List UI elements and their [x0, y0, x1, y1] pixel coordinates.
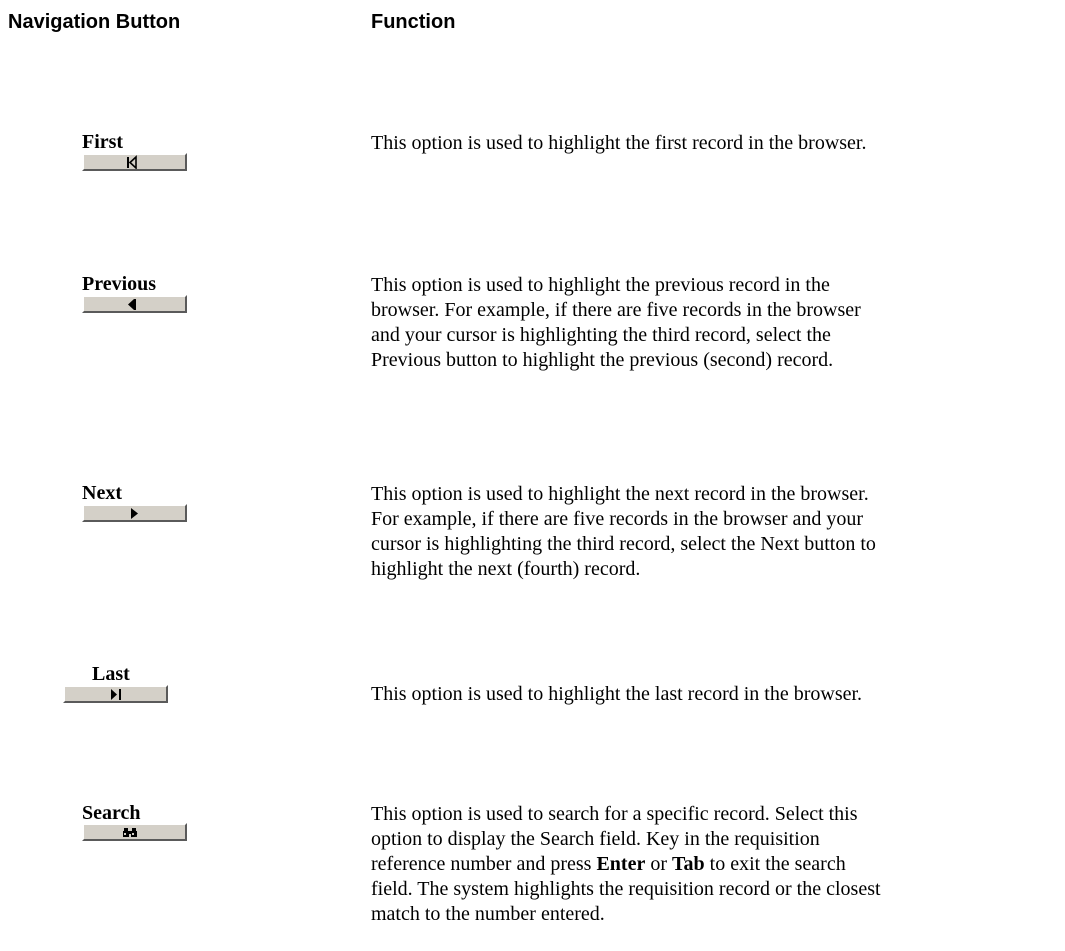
next-label: Next	[82, 482, 122, 504]
function-column-header: Function	[371, 11, 456, 33]
last-label: Last	[92, 663, 130, 685]
next-record-icon	[131, 508, 138, 519]
previous-button[interactable]	[82, 295, 187, 313]
next-desc-line-2: For example, if there are five records i…	[371, 508, 864, 530]
last-desc-line-1: This option is used to highlight the las…	[371, 683, 863, 705]
binoculars-icon	[123, 828, 137, 837]
search-button[interactable]	[82, 823, 187, 841]
last-button[interactable]	[63, 685, 168, 703]
next-button[interactable]	[82, 504, 187, 522]
search-desc-line-3-a: reference number and press	[371, 853, 597, 875]
search-desc-line-1: This option is used to search for a spec…	[371, 803, 858, 825]
next-desc-line-1: This option is used to highlight the nex…	[371, 483, 869, 505]
first-desc-line-1: This option is used to highlight the fir…	[371, 132, 867, 154]
tab-key-name: Tab	[672, 853, 705, 875]
first-record-icon	[127, 155, 137, 169]
search-desc-line-5: match to the number entered.	[371, 903, 605, 925]
last-record-icon	[111, 689, 121, 700]
next-description: This option is used to highlight the nex…	[371, 482, 1051, 582]
search-desc-line-3-e: to exit the search	[704, 853, 846, 875]
previous-desc-line-2: browser. For example, if there are five …	[371, 299, 861, 321]
search-label: Search	[82, 802, 141, 824]
search-desc-line-4: field. The system highlights the requisi…	[371, 878, 881, 900]
previous-desc-line-3: and your cursor is highlighting the thir…	[371, 324, 831, 346]
previous-label: Previous	[82, 273, 157, 295]
next-desc-line-3: cursor is highlighting the third record,…	[371, 533, 876, 555]
first-button[interactable]	[82, 153, 187, 171]
search-desc-line-2: option to display the Search field. Key …	[371, 828, 820, 850]
enter-key-name: Enter	[596, 853, 646, 875]
first-description: This option is used to highlight the fir…	[371, 131, 1051, 156]
previous-desc-line-4: Previous button to highlight the previou…	[371, 349, 834, 371]
search-desc-line-3: reference number and press Enter or Tab …	[371, 853, 846, 875]
last-description: This option is used to highlight the las…	[371, 682, 1051, 707]
previous-desc-line-1: This option is used to highlight the pre…	[371, 274, 830, 296]
previous-description: This option is used to highlight the pre…	[371, 273, 1051, 373]
first-label: First	[82, 131, 124, 153]
previous-record-icon	[128, 299, 136, 310]
search-description: This option is used to search for a spec…	[371, 802, 1051, 927]
search-desc-line-3-c: or	[645, 853, 673, 875]
navigation-button-column-header: Navigation Button	[8, 11, 181, 33]
next-desc-line-4: highlight the next (fourth) record.	[371, 558, 641, 580]
